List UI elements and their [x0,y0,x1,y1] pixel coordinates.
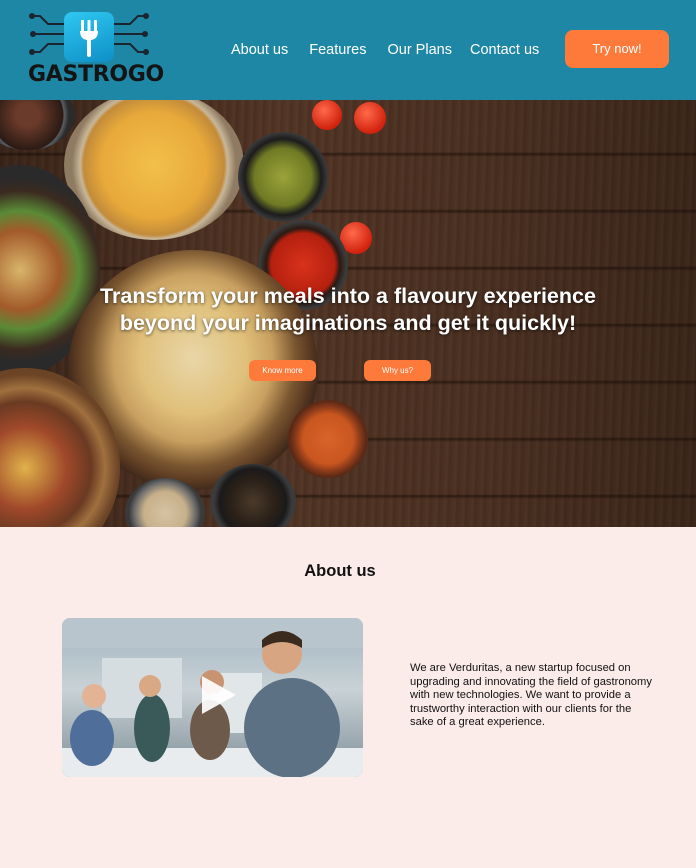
hero-section: Transform your meals into a flavoury exp… [0,100,696,527]
hero-headline-line-1: Transform your meals into a flavoury exp… [100,284,596,308]
play-icon[interactable] [202,676,236,714]
why-us-button[interactable]: Why us? [364,360,431,381]
nav-contact-us[interactable]: Contact us [470,42,539,58]
about-section-title: About us [304,562,376,580]
site-header: GASTROGO About us Features Our Plans Con… [0,0,696,100]
brand-name: GASTROGO [28,62,164,87]
know-more-button[interactable]: Know more [249,360,316,381]
nav-our-plans[interactable]: Our Plans [387,42,451,58]
main-nav: About us Features Our Plans Contact us [231,42,565,58]
nav-about-us[interactable]: About us [231,42,288,58]
try-now-button[interactable]: Try now! [565,30,669,68]
fork-icon [64,12,114,62]
about-description: We are Verduritas, a new startup focused… [410,662,652,729]
nav-features[interactable]: Features [309,42,366,58]
logo[interactable]: GASTROGO [28,10,164,90]
hero-headline: Transform your meals into a flavoury exp… [0,283,696,337]
about-video[interactable] [62,618,363,777]
hero-headline-line-2: beyond your imaginations and get it quic… [119,311,577,335]
